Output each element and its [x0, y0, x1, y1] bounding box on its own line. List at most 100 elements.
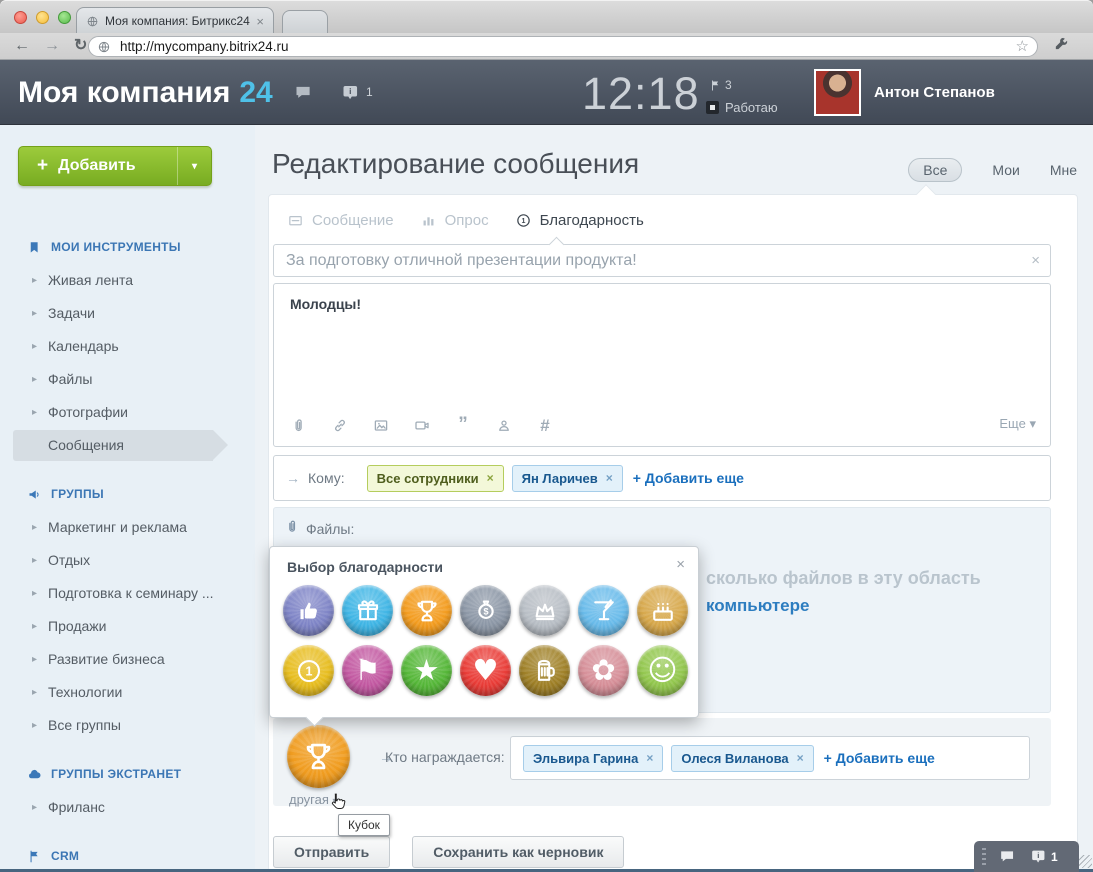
submit-button[interactable]: Отправить: [273, 836, 391, 868]
messenger-dock[interactable]: i 1: [974, 841, 1079, 872]
badge-crown-icon[interactable]: [519, 585, 570, 636]
add-button[interactable]: + Добавить: [18, 146, 212, 186]
sidebar-item[interactable]: Календарь: [0, 330, 255, 363]
sidebar-item[interactable]: Задачи: [0, 297, 255, 330]
badge-trophy-icon[interactable]: [287, 725, 350, 788]
app-logo[interactable]: Моя компания 24: [18, 60, 273, 125]
badge-flag-icon[interactable]: ⚑: [342, 645, 393, 696]
info-bubble-icon: i: [340, 82, 361, 103]
window-close-button[interactable]: [14, 11, 27, 24]
user-avatar[interactable]: [814, 69, 861, 116]
app-header: Моя компания 24 i 1 12:18 3 Работаю Анто…: [0, 60, 1093, 174]
add-recipient-link[interactable]: + Добавить еще: [633, 470, 744, 486]
badge-beer-icon[interactable]: [519, 645, 570, 696]
recipient-tag[interactable]: Все сотрудники ×: [366, 464, 504, 492]
title-input[interactable]: [274, 251, 1022, 270]
badge-gift-icon[interactable]: [342, 585, 393, 636]
recipient-tag[interactable]: Ян Ларичев ×: [511, 464, 623, 492]
window-zoom-button[interactable]: [58, 11, 71, 24]
back-icon[interactable]: [14, 38, 30, 54]
awardees-field[interactable]: Эльвира Гарина × Олеся Виланова × + Добавит…: [510, 736, 1030, 780]
video-icon[interactable]: [413, 416, 431, 434]
tab-message[interactable]: Сообщение: [287, 212, 394, 229]
new-tab-button[interactable]: [282, 10, 328, 34]
sidebar-item[interactable]: Развитие бизнеса: [0, 643, 255, 676]
filter-me[interactable]: Мне: [1050, 162, 1077, 178]
message-body[interactable]: Молодцы!: [290, 296, 361, 312]
browser-tab[interactable]: Моя компания: Битрикс24 ×: [76, 7, 274, 34]
remove-tag-icon[interactable]: ×: [646, 751, 653, 765]
sidebar-item[interactable]: Маркетинг и реклама: [0, 511, 255, 544]
awardee-tag[interactable]: Олеся Виланова ×: [671, 744, 814, 772]
window-minimize-button[interactable]: [36, 11, 49, 24]
sidebar-item-label: Фриланс: [48, 799, 105, 815]
address-bar[interactable]: [88, 36, 1038, 57]
badge-trophy-icon[interactable]: [401, 585, 452, 636]
notifications-icon[interactable]: i: [1029, 847, 1048, 866]
sidebar-item[interactable]: Отдых: [0, 544, 255, 577]
title-field[interactable]: ×: [273, 244, 1051, 277]
sidebar-item[interactable]: Подготовка к семинару ...: [0, 577, 255, 610]
popup-close-icon[interactable]: ×: [676, 556, 685, 573]
clear-title-icon[interactable]: ×: [1021, 252, 1050, 269]
badge-smiley-icon[interactable]: ☺: [637, 645, 688, 696]
remove-tag-icon[interactable]: ×: [487, 471, 494, 485]
add-awardee-link[interactable]: + Добавить еще: [824, 750, 935, 766]
tab-close-icon[interactable]: ×: [256, 15, 264, 28]
badge-cake-icon[interactable]: [637, 585, 688, 636]
chat-icon[interactable]: [293, 82, 314, 103]
sidebar-item[interactable]: Сообщения: [0, 429, 255, 462]
badge-medal-icon[interactable]: 1: [283, 645, 334, 696]
stop-work-icon[interactable]: [706, 101, 719, 114]
sidebar-item[interactable]: Продажи: [0, 610, 255, 643]
remove-tag-icon[interactable]: ×: [606, 471, 613, 485]
badge-thumbs-up-icon[interactable]: [283, 585, 334, 636]
dock-notification-count: 1: [1051, 849, 1058, 864]
chat-icon[interactable]: [998, 847, 1017, 866]
add-dropdown-icon[interactable]: [177, 147, 211, 185]
filter-my[interactable]: Мои: [992, 162, 1019, 178]
mention-icon[interactable]: [495, 416, 513, 434]
sidebar-item[interactable]: Все группы: [0, 709, 255, 742]
tab-poll[interactable]: Опрос: [420, 212, 489, 229]
save-draft-button[interactable]: Сохранить как черновик: [412, 836, 625, 868]
wrench-icon[interactable]: [1053, 35, 1070, 52]
work-status[interactable]: Работаю: [706, 100, 778, 115]
image-icon[interactable]: [372, 416, 390, 434]
notifications-icon[interactable]: i: [340, 82, 361, 108]
badge-cocktail-icon[interactable]: [578, 585, 629, 636]
hashtag-icon[interactable]: #: [536, 416, 554, 434]
badge-flowers-icon[interactable]: ✿: [578, 645, 629, 696]
quote-icon[interactable]: ”: [454, 415, 472, 434]
awardee-tag[interactable]: Эльвира Гарина ×: [523, 744, 664, 772]
reload-icon[interactable]: [74, 38, 87, 54]
dock-grip[interactable]: [982, 847, 986, 866]
link-icon[interactable]: [331, 416, 349, 434]
message-editor[interactable]: Молодцы! ” # Еще: [273, 283, 1051, 447]
smiley-glyph: ☺: [647, 653, 678, 687]
selected-badge[interactable]: [287, 725, 350, 788]
bookmark-star-icon[interactable]: [1016, 37, 1029, 56]
sidebar-item[interactable]: Фриланс: [0, 791, 255, 824]
url-input[interactable]: [118, 38, 1009, 55]
sidebar-item[interactable]: Файлы: [0, 363, 255, 396]
attach-icon[interactable]: [290, 416, 308, 434]
flag-counter[interactable]: 3: [709, 78, 732, 92]
badge-money-bag-icon[interactable]: $: [460, 585, 511, 636]
worktime-clock[interactable]: 12:18: [582, 68, 700, 120]
badge-star-icon[interactable]: ★: [401, 645, 452, 696]
tab-gratitude[interactable]: 1 Благодарность: [515, 212, 644, 229]
user-name[interactable]: Антон Степанов: [874, 84, 995, 101]
more-dropdown[interactable]: Еще: [999, 416, 1036, 432]
forward-icon[interactable]: [44, 38, 60, 54]
filter-all[interactable]: Все: [908, 158, 963, 182]
sidebar-item[interactable]: Живая лента: [0, 264, 255, 297]
star-glyph: ★: [413, 653, 440, 687]
sidebar-item[interactable]: Технологии: [0, 676, 255, 709]
sidebar-item[interactable]: Фотографии: [0, 396, 255, 429]
browse-link[interactable]: компьютере: [706, 596, 809, 616]
notifications-count: 1: [366, 85, 373, 99]
badge-heart-icon[interactable]: ♥: [460, 645, 511, 696]
resize-grip-icon[interactable]: [1079, 855, 1092, 868]
remove-tag-icon[interactable]: ×: [797, 751, 804, 765]
